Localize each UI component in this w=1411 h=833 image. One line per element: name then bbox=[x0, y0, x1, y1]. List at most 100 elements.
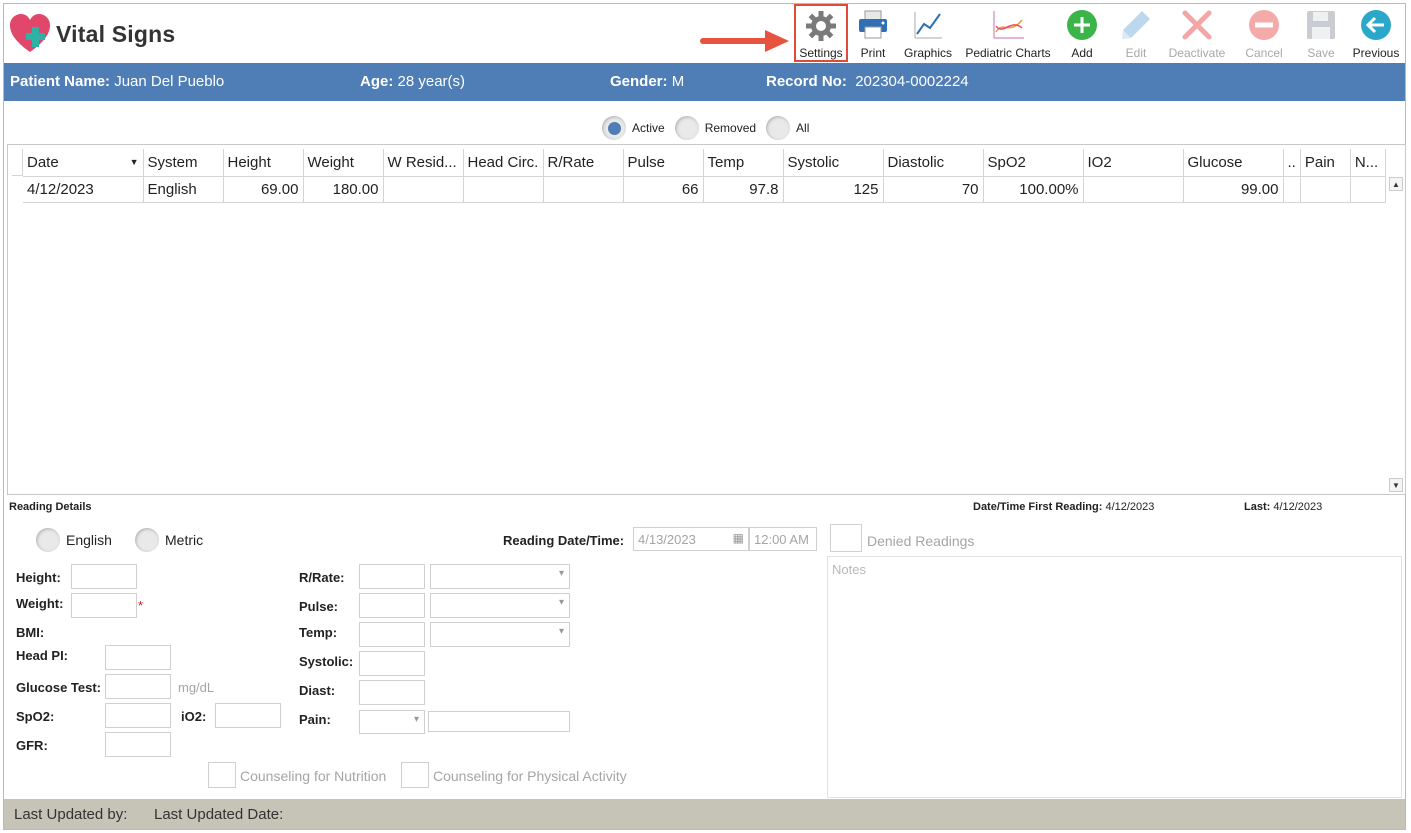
io2-input[interactable] bbox=[215, 703, 281, 728]
table-cell bbox=[1300, 176, 1351, 203]
pediatric-charts-label: Pediatric Charts bbox=[965, 46, 1051, 60]
weight-label: Weight: bbox=[16, 596, 64, 611]
rrate-dropdown[interactable] bbox=[430, 564, 570, 589]
counseling-nutrition-checkbox[interactable] bbox=[208, 762, 236, 788]
reading-date-field[interactable]: 4/13/2023 ▦ bbox=[633, 527, 749, 551]
page-title: Vital Signs bbox=[56, 20, 176, 47]
glucose-test-label: Glucose Test: bbox=[16, 680, 102, 695]
head-pi-input[interactable] bbox=[105, 645, 171, 670]
counseling-activity-checkbox[interactable] bbox=[401, 762, 429, 788]
add-label: Add bbox=[1071, 46, 1093, 60]
grid-column-header[interactable]: N... bbox=[1350, 149, 1386, 177]
plus-circle-icon bbox=[1065, 8, 1099, 42]
table-cell: English bbox=[143, 176, 224, 203]
system-english-radio[interactable]: English bbox=[36, 528, 112, 552]
required-indicator: * bbox=[138, 598, 144, 613]
first-reading-info: Date/Time First Reading: 4/12/2023 bbox=[973, 501, 1155, 513]
gfr-label: GFR: bbox=[16, 738, 48, 753]
diastolic-input[interactable] bbox=[359, 680, 425, 705]
previous-label: Previous bbox=[1352, 46, 1400, 60]
calendar-icon[interactable]: ▦ bbox=[733, 531, 744, 545]
weight-input[interactable] bbox=[71, 593, 137, 618]
sort-descending-icon[interactable]: ▼ bbox=[130, 157, 139, 167]
glucose-test-input[interactable] bbox=[105, 674, 171, 699]
vital-signs-grid[interactable]: Date ▼ System Height Weight W Resid... Head Ci… bbox=[7, 144, 1406, 495]
graphics-button[interactable]: Graphics bbox=[902, 4, 954, 62]
arrow-left-circle-icon bbox=[1359, 8, 1393, 42]
radio-selected-indicator bbox=[602, 116, 626, 140]
grid-column-header[interactable]: Date ▼ bbox=[23, 149, 144, 177]
pencil-icon bbox=[1119, 8, 1153, 42]
filter-removed-radio[interactable]: Removed bbox=[674, 116, 756, 140]
spo2-input[interactable] bbox=[105, 703, 171, 728]
pediatric-charts-button[interactable]: Pediatric Charts bbox=[961, 4, 1055, 62]
pulse-input[interactable] bbox=[359, 593, 425, 618]
filter-active-radio[interactable]: Active bbox=[602, 116, 665, 140]
deactivate-button[interactable]: Deactivate bbox=[1165, 4, 1229, 62]
temp-dropdown[interactable] bbox=[430, 622, 570, 647]
pulse-dropdown[interactable] bbox=[430, 593, 570, 618]
grid-column-header[interactable]: Pulse bbox=[623, 149, 704, 177]
denied-readings-checkbox[interactable] bbox=[830, 524, 862, 552]
table-cell: 99.00 bbox=[1183, 176, 1284, 203]
patient-age: Age: 28 year(s) bbox=[360, 73, 466, 90]
glucose-unit: mg/dL bbox=[178, 680, 215, 695]
grid-column-header[interactable]: W Resid... bbox=[383, 149, 464, 177]
grid-column-header[interactable]: .. bbox=[1283, 149, 1301, 177]
grid-column-header[interactable]: IO2 bbox=[1083, 149, 1184, 177]
head-pi-label: Head PI: bbox=[16, 648, 69, 663]
line-chart-icon bbox=[911, 8, 945, 42]
growth-chart-icon bbox=[991, 8, 1025, 42]
pain-label: Pain: bbox=[299, 712, 331, 727]
table-cell: 100.00% bbox=[983, 176, 1084, 203]
grid-column-header[interactable]: System bbox=[143, 149, 224, 177]
table-cell bbox=[1083, 176, 1184, 203]
grid-column-header[interactable]: Head Circ. bbox=[463, 149, 544, 177]
settings-label: Settings bbox=[799, 46, 843, 60]
radio-indicator bbox=[766, 116, 791, 140]
print-button[interactable]: Print bbox=[852, 4, 894, 62]
grid-column-header[interactable]: Diastolic bbox=[883, 149, 984, 177]
grid-column-header[interactable]: Glucose bbox=[1183, 149, 1284, 177]
temp-input[interactable] bbox=[359, 622, 425, 647]
scroll-down-arrow-icon[interactable]: ▼ bbox=[1389, 478, 1403, 492]
reading-time-field[interactable]: 12:00 AM bbox=[749, 527, 817, 551]
edit-label: Edit bbox=[1125, 46, 1147, 60]
grid-column-header[interactable]: Systolic bbox=[783, 149, 884, 177]
table-cell: 180.00 bbox=[303, 176, 384, 203]
filter-all-radio[interactable]: All bbox=[766, 116, 809, 140]
pain-notes-input[interactable] bbox=[428, 711, 570, 732]
table-cell bbox=[1283, 176, 1301, 203]
grid-column-header[interactable]: Temp bbox=[703, 149, 784, 177]
settings-button[interactable]: Settings bbox=[794, 4, 848, 62]
grid-column-header[interactable]: R/Rate bbox=[543, 149, 624, 177]
cancel-button[interactable]: Cancel bbox=[1241, 4, 1287, 62]
rrate-input[interactable] bbox=[359, 564, 425, 589]
add-button[interactable]: Add bbox=[1062, 4, 1102, 62]
gfr-input[interactable] bbox=[105, 732, 171, 757]
pain-dropdown[interactable] bbox=[359, 710, 425, 734]
table-cell: 125 bbox=[783, 176, 884, 203]
table-cell bbox=[383, 176, 464, 203]
notes-textarea[interactable]: Notes bbox=[827, 556, 1402, 798]
edit-button[interactable]: Edit bbox=[1116, 4, 1156, 62]
save-button[interactable]: Save bbox=[1302, 4, 1340, 62]
system-metric-radio[interactable]: Metric bbox=[135, 528, 203, 552]
scroll-up-arrow-icon[interactable]: ▲ bbox=[1389, 177, 1403, 191]
height-input[interactable] bbox=[71, 564, 137, 589]
io2-label: iO2: bbox=[181, 709, 207, 724]
table-cell: 69.00 bbox=[223, 176, 304, 203]
table-cell: 70 bbox=[883, 176, 984, 203]
systolic-input[interactable] bbox=[359, 651, 425, 676]
grid-column-header[interactable]: Weight bbox=[303, 149, 384, 177]
graphics-label: Graphics bbox=[903, 46, 953, 60]
radio-indicator bbox=[36, 528, 60, 552]
table-cell: 66 bbox=[623, 176, 704, 203]
table-row[interactable]: 4/12/2023 English 69.00 180.00 66 97.8 125 70 10… bbox=[23, 176, 1386, 203]
grid-column-header[interactable]: Height bbox=[223, 149, 304, 177]
table-cell bbox=[543, 176, 624, 203]
previous-button[interactable]: Previous bbox=[1350, 4, 1402, 62]
grid-column-header[interactable]: SpO2 bbox=[983, 149, 1084, 177]
table-cell: 4/12/2023 bbox=[23, 176, 144, 203]
grid-column-header[interactable]: Pain bbox=[1300, 149, 1351, 177]
